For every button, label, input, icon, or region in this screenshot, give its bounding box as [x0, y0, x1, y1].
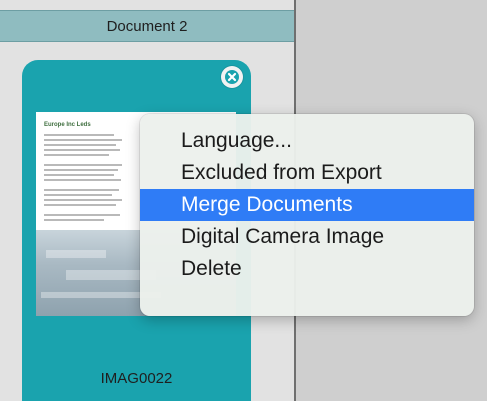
menu-item-delete[interactable]: Delete: [140, 253, 474, 285]
card-label: IMAG0022: [100, 370, 173, 387]
menu-item-digital-camera-image[interactable]: Digital Camera Image: [140, 221, 474, 253]
document-title: Document 2: [106, 17, 188, 35]
context-menu: Language... Excluded from Export Merge D…: [140, 114, 474, 316]
menu-item-excluded-from-export[interactable]: Excluded from Export: [140, 157, 474, 189]
menu-item-language[interactable]: Language...: [140, 125, 474, 157]
document-header[interactable]: Document 2: [0, 10, 294, 42]
thumbnail-title: Europe Inc Leds: [44, 122, 91, 128]
menu-item-merge-documents[interactable]: Merge Documents: [140, 189, 474, 221]
close-circle-icon[interactable]: [221, 66, 243, 88]
